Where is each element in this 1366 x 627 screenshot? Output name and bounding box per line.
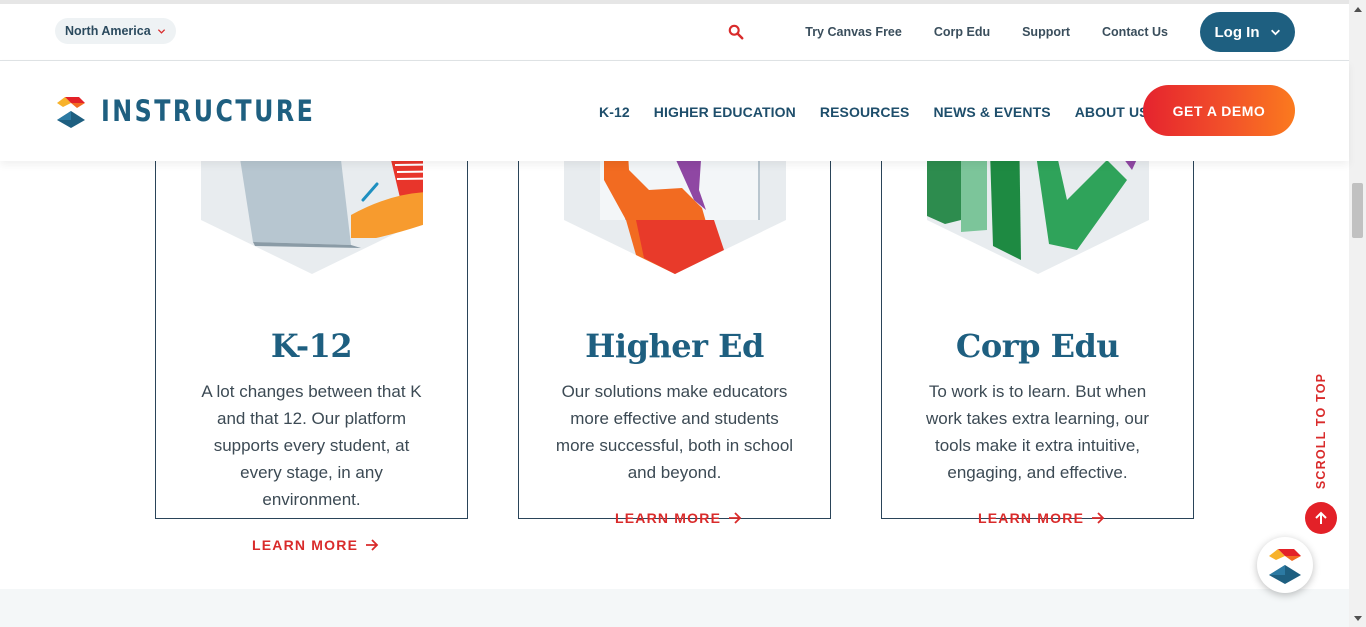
vertical-scrollbar[interactable] bbox=[1349, 0, 1366, 627]
learn-more-k12-link[interactable]: LEARN MORE bbox=[252, 537, 379, 553]
try-canvas-free-link[interactable]: Try Canvas Free bbox=[805, 25, 902, 39]
arrow-right-icon bbox=[729, 512, 742, 524]
region-label: North America bbox=[65, 24, 151, 38]
support-link[interactable]: Support bbox=[1022, 25, 1070, 39]
learn-more-corp-edu-link[interactable]: LEARN MORE bbox=[978, 510, 1105, 526]
contact-us-link[interactable]: Contact Us bbox=[1102, 25, 1168, 39]
scroll-to-top-button[interactable] bbox=[1305, 502, 1337, 534]
main-navigation: INSTRUCTURE K-12 HIGHER EDUCATION RESOUR… bbox=[0, 61, 1349, 161]
nav-k12[interactable]: K-12 bbox=[599, 104, 630, 120]
logo-mark-icon bbox=[57, 97, 85, 128]
learn-more-label: LEARN MORE bbox=[615, 510, 722, 526]
chat-widget-button[interactable] bbox=[1257, 537, 1313, 593]
logo-wordmark: INSTRUCTURE bbox=[101, 94, 316, 128]
card-description: A lot changes between that K and that 12… bbox=[201, 382, 422, 509]
get-a-demo-button[interactable]: GET A DEMO bbox=[1143, 85, 1295, 136]
utility-links: Try Canvas Free Corp Edu Support Contact… bbox=[727, 16, 1168, 48]
utility-bar: North America Try Canvas Free Corp Edu S… bbox=[0, 4, 1349, 61]
chevron-down-icon bbox=[157, 28, 165, 34]
arrow-right-icon bbox=[1092, 512, 1105, 524]
scroll-up-arrow-icon[interactable] bbox=[1349, 0, 1366, 17]
card-higher-ed: Higher Ed Our solutions make educators m… bbox=[518, 120, 831, 519]
corp-edu-link[interactable]: Corp Edu bbox=[934, 25, 990, 39]
nav-about-us[interactable]: ABOUT US bbox=[1075, 104, 1149, 120]
region-selector[interactable]: North America bbox=[55, 18, 176, 44]
learn-more-label: LEARN MORE bbox=[252, 537, 359, 553]
chevron-down-icon bbox=[1270, 29, 1280, 35]
arrow-right-icon bbox=[366, 539, 379, 551]
card-description: Our solutions make educators more effect… bbox=[555, 382, 794, 482]
card-description: To work is to learn. But when work takes… bbox=[926, 382, 1149, 482]
scroll-to-top-label[interactable]: SCROLL TO TOP bbox=[1312, 372, 1330, 490]
primary-nav-links: K-12 HIGHER EDUCATION RESOURCES NEWS & E… bbox=[599, 104, 1149, 120]
card-title: K-12 bbox=[270, 327, 353, 365]
nav-higher-education[interactable]: HIGHER EDUCATION bbox=[654, 104, 796, 120]
card-k12: K-12 A lot changes between that K and th… bbox=[155, 120, 468, 519]
instructure-logo-icon bbox=[1269, 549, 1301, 584]
next-section-band bbox=[0, 589, 1349, 627]
scroll-down-arrow-icon[interactable] bbox=[1349, 610, 1366, 627]
learn-more-label: LEARN MORE bbox=[978, 510, 1085, 526]
card-title: Corp Edu bbox=[955, 327, 1120, 365]
card-title: Higher Ed bbox=[585, 327, 764, 365]
nav-news-events[interactable]: NEWS & EVENTS bbox=[933, 104, 1050, 120]
nav-resources[interactable]: RESOURCES bbox=[820, 104, 910, 120]
card-corp-edu: Corp Edu To work is to learn. But when w… bbox=[881, 120, 1194, 519]
login-label: Log In bbox=[1214, 23, 1260, 41]
instructure-logo[interactable]: INSTRUCTURE bbox=[55, 94, 362, 128]
arrow-up-icon bbox=[1315, 511, 1327, 524]
search-icon[interactable] bbox=[727, 23, 745, 41]
learn-more-higher-ed-link[interactable]: LEARN MORE bbox=[615, 510, 742, 526]
scrollbar-thumb[interactable] bbox=[1352, 183, 1363, 238]
login-button[interactable]: Log In bbox=[1200, 12, 1295, 52]
